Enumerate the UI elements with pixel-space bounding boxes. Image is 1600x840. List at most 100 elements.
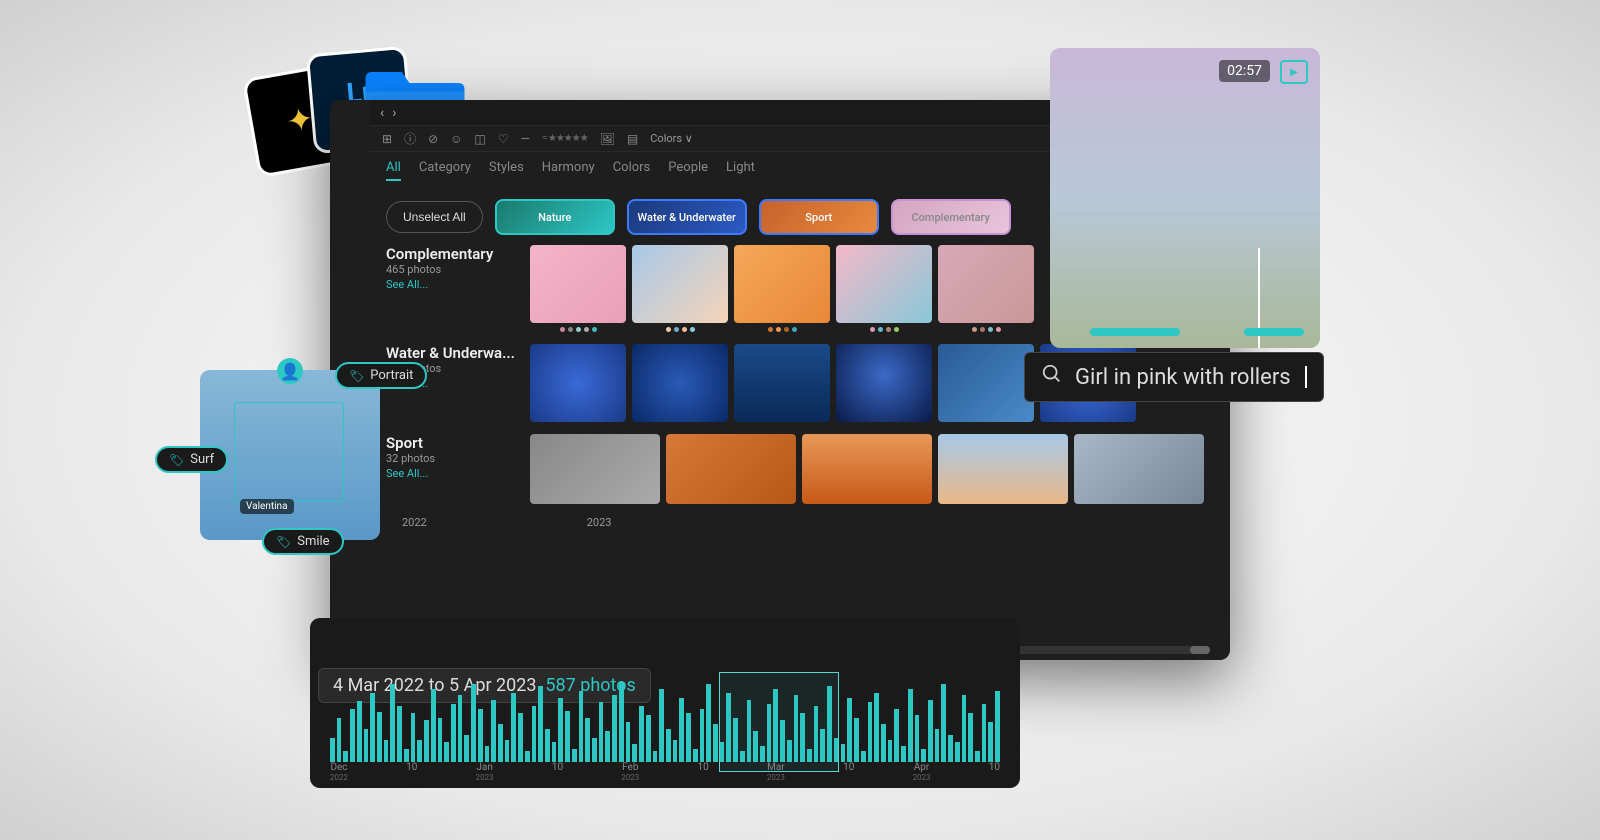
timeline-bar[interactable]: [438, 718, 443, 762]
timeline-bar[interactable]: [995, 691, 1000, 762]
timeline-bar[interactable]: [679, 698, 684, 762]
timeline-bar[interactable]: [881, 724, 886, 762]
timeline-bar[interactable]: [874, 693, 879, 762]
timeline-bar[interactable]: [565, 711, 570, 762]
timeline-bar[interactable]: [585, 718, 590, 762]
chip-sport[interactable]: Sport: [759, 199, 879, 235]
keyword-tag-portrait[interactable]: 🏷Portrait: [335, 362, 427, 389]
timeline-bar[interactable]: [847, 698, 852, 762]
nav-forward-icon[interactable]: ›: [392, 105, 396, 121]
timeline-bar[interactable]: [424, 720, 429, 762]
see-all-link[interactable]: See All...: [386, 467, 516, 480]
clip-segment[interactable]: [1090, 328, 1180, 336]
timeline-bar[interactable]: [458, 695, 463, 762]
tab-colors[interactable]: Colors: [613, 160, 651, 181]
timeline-bar[interactable]: [397, 706, 402, 762]
thumbnail[interactable]: [836, 245, 932, 323]
timeline-bar[interactable]: [572, 749, 577, 762]
timeline-bar[interactable]: [538, 686, 543, 762]
tab-people[interactable]: People: [668, 160, 708, 181]
nav-back-icon[interactable]: ‹: [380, 105, 384, 121]
thumbnail[interactable]: [632, 344, 728, 422]
video-scrubber[interactable]: [1066, 328, 1304, 336]
thumbnail[interactable]: [938, 344, 1034, 422]
timeline-bar[interactable]: [962, 695, 967, 762]
tab-light[interactable]: Light: [726, 160, 755, 181]
timeline-bar[interactable]: [868, 702, 873, 762]
info-icon[interactable]: ⓘ: [404, 130, 416, 147]
thumbnail[interactable]: [1074, 434, 1204, 504]
see-all-link[interactable]: See All...: [386, 278, 516, 291]
chip-nature[interactable]: Nature: [495, 199, 615, 235]
timeline-bar[interactable]: [404, 749, 409, 762]
chip-water[interactable]: Water & Underwater: [627, 199, 747, 235]
keyword-tag-smile[interactable]: 🏷Smile: [262, 528, 344, 555]
colors-dropdown[interactable]: Colors ∨: [650, 132, 693, 145]
timeline-bar[interactable]: [579, 691, 584, 762]
timeline-bar[interactable]: [632, 744, 637, 762]
timeline-bar[interactable]: [646, 715, 651, 762]
timeline-bar[interactable]: [337, 718, 342, 762]
timeline-bar[interactable]: [888, 740, 893, 762]
timeline-bar[interactable]: [364, 729, 369, 762]
video-preview[interactable]: 02:57 ▶: [1050, 48, 1320, 348]
tab-harmony[interactable]: Harmony: [542, 160, 595, 181]
timeline-bar[interactable]: [518, 713, 523, 762]
timeline-bar[interactable]: [498, 724, 503, 762]
tab-styles[interactable]: Styles: [489, 160, 524, 181]
timeline-bar[interactable]: [861, 751, 866, 762]
layers-icon[interactable]: ▤: [627, 132, 638, 146]
timeline-bar[interactable]: [532, 706, 537, 762]
thumbnail[interactable]: [938, 434, 1068, 504]
person-name-tag[interactable]: Valentina: [240, 499, 294, 514]
timeline-selection[interactable]: [719, 672, 840, 772]
timeline-bar[interactable]: [612, 695, 617, 762]
timeline-bar[interactable]: [444, 742, 449, 762]
timeline-bar[interactable]: [545, 729, 550, 762]
thumbnail[interactable]: [836, 344, 932, 422]
timeline-bar[interactable]: [377, 712, 382, 762]
timeline-bar[interactable]: [706, 684, 711, 762]
thumbnail[interactable]: [734, 245, 830, 323]
thumbnail[interactable]: [530, 434, 660, 504]
timeline-bar[interactable]: [343, 751, 348, 762]
timeline-bar[interactable]: [921, 749, 926, 762]
timeline-bar[interactable]: [693, 749, 698, 762]
timeline-bar[interactable]: [390, 684, 395, 762]
ai-search-bar[interactable]: Girl in pink with rollers: [1024, 352, 1324, 402]
timeline-bar[interactable]: [915, 715, 920, 762]
timeline-bar[interactable]: [988, 722, 993, 762]
timeline-bar[interactable]: [464, 735, 469, 762]
crop-icon[interactable]: ◫: [474, 132, 485, 146]
thumbnail[interactable]: [666, 434, 796, 504]
timeline-chart[interactable]: [330, 682, 1000, 762]
timeline-bar[interactable]: [982, 704, 987, 762]
thumbnail-size-icon[interactable]: ⊞: [382, 132, 392, 146]
clip-segment[interactable]: [1244, 328, 1304, 336]
timeline-bar[interactable]: [666, 729, 671, 762]
timeline-bar[interactable]: [686, 713, 691, 762]
timeline-bar[interactable]: [525, 751, 530, 762]
timeline-bar[interactable]: [451, 704, 456, 762]
heart-icon[interactable]: ♡: [498, 132, 509, 146]
timeline-bar[interactable]: [592, 738, 597, 762]
thumbnail[interactable]: [530, 245, 626, 323]
picture-icon[interactable]: 🖼: [600, 132, 615, 146]
timeline-bar[interactable]: [485, 746, 490, 762]
timeline-bar[interactable]: [639, 706, 644, 762]
timeline-bar[interactable]: [411, 713, 416, 762]
timeline-bar[interactable]: [955, 742, 960, 762]
timeline-bar[interactable]: [330, 738, 335, 762]
thumbnail[interactable]: [530, 344, 626, 422]
tab-category[interactable]: Category: [419, 160, 471, 181]
thumbnail[interactable]: [938, 245, 1034, 323]
timeline-bar[interactable]: [894, 709, 899, 762]
person-icon[interactable]: ☺: [450, 132, 462, 146]
timeline-bar[interactable]: [968, 713, 973, 762]
unselect-all-button[interactable]: Unselect All: [386, 201, 483, 233]
timeline-bar[interactable]: [491, 700, 496, 762]
timeline-bar[interactable]: [417, 740, 422, 762]
timeline-bar[interactable]: [350, 709, 355, 762]
timeline-bar[interactable]: [626, 722, 631, 762]
timeline-bar[interactable]: [841, 744, 846, 762]
